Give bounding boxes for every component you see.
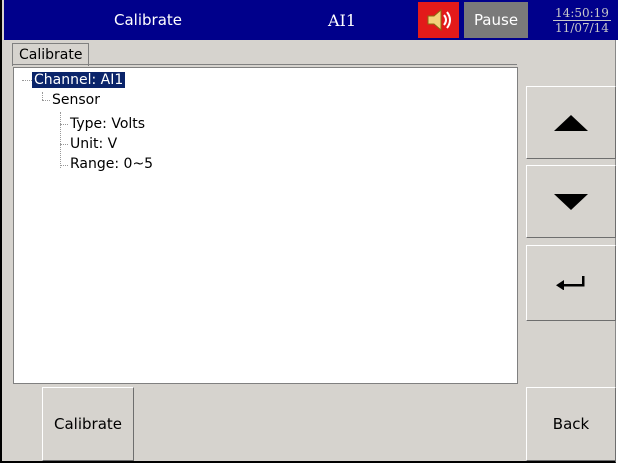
tree-connector: [42, 100, 50, 101]
tree-connector: [60, 124, 68, 125]
tree-item-range[interactable]: Range: 0~5: [70, 154, 153, 174]
tree-item-label: Channel: AI1: [32, 72, 126, 88]
tree-item-sensor[interactable]: Sensor: [52, 90, 100, 110]
clock-time: 14:50:19: [553, 5, 611, 21]
arrow-down-icon: [554, 193, 588, 210]
scroll-down-button[interactable]: [526, 165, 616, 238]
tree-item-label: Unit: V: [70, 136, 118, 152]
calibrate-button[interactable]: Calibrate: [42, 387, 134, 461]
speaker-icon[interactable]: [418, 2, 459, 38]
device-screen: Calibrate AI1 Pause 14:50:19 11/07/14 Ca…: [0, 0, 618, 463]
channel-label: AI1: [327, 10, 357, 30]
scroll-up-button[interactable]: [526, 86, 616, 159]
arrow-up-icon: [554, 114, 588, 131]
enter-button[interactable]: [526, 245, 616, 321]
tree-item-unit[interactable]: Unit: V: [70, 134, 117, 154]
tree-item-label: Range: 0~5: [70, 156, 154, 172]
tree-connector: [22, 80, 32, 81]
tree-item-label: Sensor: [52, 92, 100, 108]
enter-return-icon: [556, 276, 585, 290]
tree-connector: [60, 165, 68, 166]
back-button[interactable]: Back: [526, 387, 616, 461]
title-bar: Calibrate AI1 Pause 14:50:19 11/07/14: [4, 0, 618, 40]
pause-button[interactable]: Pause: [464, 2, 528, 38]
settings-tree: Channel: AI1 Sensor Type: Volts Unit: V …: [13, 67, 518, 384]
tree-item-type[interactable]: Type: Volts: [70, 114, 145, 134]
tree-connector: [42, 92, 43, 100]
tab-calibrate[interactable]: Calibrate: [12, 43, 90, 66]
tree-connector: [60, 144, 68, 145]
tree-item-label: Type: Volts: [70, 116, 146, 132]
clock: 14:50:19 11/07/14: [546, 2, 618, 38]
screen-title: Calibrate: [114, 11, 182, 29]
tab-divider: [12, 64, 517, 65]
tree-item-channel[interactable]: Channel: AI1: [32, 70, 126, 90]
clock-date: 11/07/14: [555, 20, 609, 35]
tree-connector: [60, 112, 61, 168]
